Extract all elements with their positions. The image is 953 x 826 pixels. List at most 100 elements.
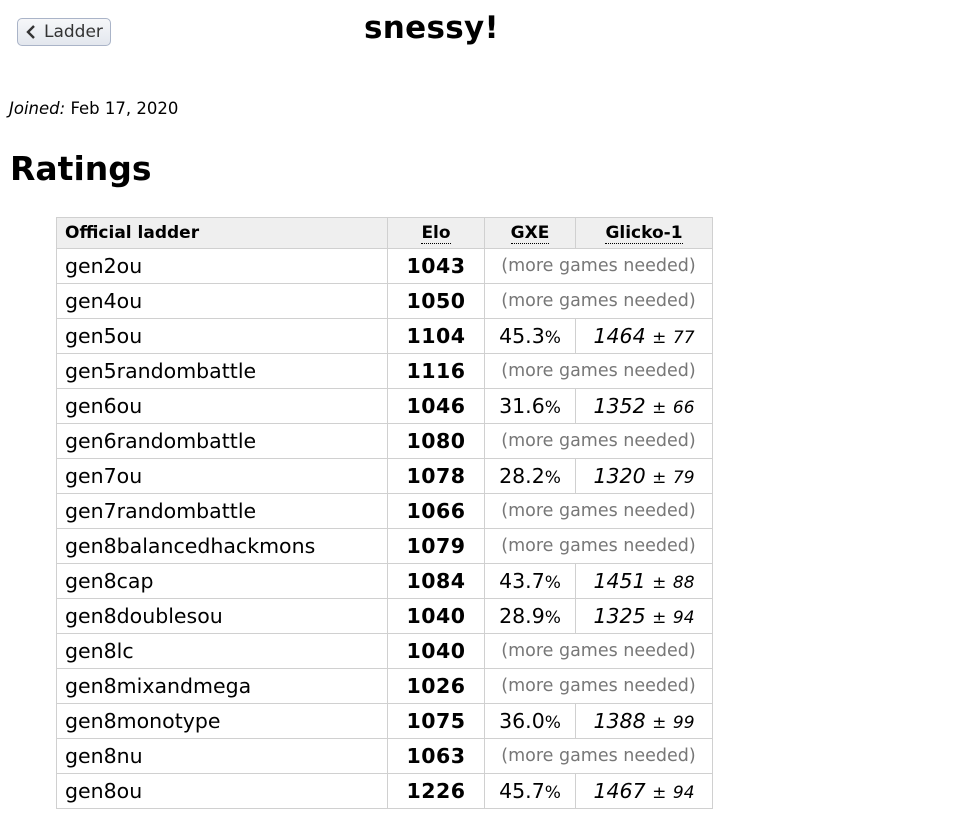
gxe-value: 28.9% <box>484 598 576 634</box>
elo-value: 1046 <box>387 388 485 424</box>
format-name: gen8cap <box>56 563 388 599</box>
glicko-deviation: 99 <box>672 713 695 733</box>
glicko-deviation: 66 <box>672 398 695 418</box>
joined-date-line: Joined: Feb 17, 2020 <box>9 99 178 118</box>
ratings-table-header: Official ladder Elo GXE Glicko-1 <box>56 217 713 249</box>
glicko-deviation: 88 <box>672 573 695 593</box>
more-games-needed: (more games needed) <box>484 633 713 669</box>
ratings-table: Official ladder Elo GXE Glicko-1 gen2ou 1… <box>56 217 713 809</box>
elo-value: 1040 <box>387 633 485 669</box>
glicko-value: 1325 ± 94 <box>575 598 713 634</box>
gxe-number: 28.2 <box>499 464 545 488</box>
gxe-number: 36.0 <box>499 709 545 733</box>
gxe-value: 36.0% <box>484 703 576 739</box>
glicko-deviation: 79 <box>672 468 695 488</box>
joined-label: Joined: <box>9 99 66 118</box>
glicko-deviation: 94 <box>672 783 695 803</box>
gxe-percent-sign: % <box>544 608 561 628</box>
table-row: gen5randombattle 1116 (more games needed) <box>56 353 713 389</box>
plus-minus-sign: ± <box>652 398 667 418</box>
gxe-value: 45.7% <box>484 773 576 809</box>
more-games-needed: (more games needed) <box>484 423 713 459</box>
gxe-number: 45.3 <box>499 324 545 348</box>
glicko-rating: 1320 <box>593 464 646 488</box>
format-name: gen2ou <box>56 248 388 284</box>
format-name: gen7ou <box>56 458 388 494</box>
gxe-percent-sign: % <box>544 398 561 418</box>
format-name: gen5ou <box>56 318 388 354</box>
elo-value: 1040 <box>387 598 485 634</box>
plus-minus-sign: ± <box>652 783 667 803</box>
glicko-rating: 1388 <box>593 709 646 733</box>
elo-value: 1066 <box>387 493 485 529</box>
ratings-table-body: gen2ou 1043 (more games needed) gen4ou 1050(… <box>56 248 713 809</box>
table-row: gen8cap 1084 43.7% 1451 ± 88 <box>56 563 713 599</box>
more-games-needed: (more games needed) <box>484 738 713 774</box>
elo-value: 1063 <box>387 738 485 774</box>
gxe-value: 28.2% <box>484 458 576 494</box>
gxe-percent-sign: % <box>544 573 561 593</box>
plus-minus-sign: ± <box>652 573 667 593</box>
format-name: gen8mixandmega <box>56 668 388 704</box>
table-row: gen4ou 1050 (more games needed) <box>56 283 713 319</box>
elo-value: 1084 <box>387 563 485 599</box>
gxe-percent-sign: % <box>544 713 561 733</box>
plus-minus-sign: ± <box>652 328 667 348</box>
format-name: gen6ou <box>56 388 388 424</box>
elo-value: 1116 <box>387 353 485 389</box>
glicko-rating: 1464 <box>593 324 646 348</box>
table-row: gen6randombattle 1080 (more games needed) <box>56 423 713 459</box>
header-gxe-label: GXE <box>510 223 550 244</box>
table-row: gen8lc 1040 (more games needed) <box>56 633 713 669</box>
ratings-heading: Ratings <box>10 149 152 188</box>
chevron-left-icon <box>26 24 38 40</box>
glicko-rating: 1451 <box>593 569 646 593</box>
glicko-rating: 1325 <box>593 604 646 628</box>
glicko-rating: 1352 <box>593 394 646 418</box>
format-name: gen7randombattle <box>56 493 388 529</box>
format-name: gen5randombattle <box>56 353 388 389</box>
elo-value: 1078 <box>387 458 485 494</box>
glicko-deviation: 77 <box>672 328 695 348</box>
elo-value: 1043 <box>387 248 485 284</box>
table-row: gen8monotype 1075 36.0% 1388 ± 99 <box>56 703 713 739</box>
glicko-value: 1467 ± 94 <box>575 773 713 809</box>
glicko-value: 1320 ± 79 <box>575 458 713 494</box>
gxe-percent-sign: % <box>544 468 561 488</box>
elo-value: 1079 <box>387 528 485 564</box>
plus-minus-sign: ± <box>652 713 667 733</box>
glicko-value: 1451 ± 88 <box>575 563 713 599</box>
table-row: gen8nu 1063 (more games needed) <box>56 738 713 774</box>
table-row: gen8balancedhackmons 1079 (more games need… <box>56 528 713 564</box>
gxe-percent-sign: % <box>544 328 561 348</box>
header-elo: Elo <box>387 217 485 249</box>
elo-value: 1075 <box>387 703 485 739</box>
elo-value: 1226 <box>387 773 485 809</box>
format-name: gen4ou <box>56 283 388 319</box>
glicko-value: 1388 ± 99 <box>575 703 713 739</box>
glicko-value: 1352 ± 66 <box>575 388 713 424</box>
glicko-deviation: 94 <box>672 608 695 628</box>
back-button-label: Ladder <box>44 22 103 42</box>
glicko-rating: 1467 <box>593 779 646 803</box>
more-games-needed: (more games needed) <box>484 493 713 529</box>
gxe-value: 45.3% <box>484 318 576 354</box>
elo-value: 1104 <box>387 318 485 354</box>
header-glicko: Glicko-1 <box>575 217 713 249</box>
plus-minus-sign: ± <box>652 608 667 628</box>
gxe-number: 43.7 <box>499 569 545 593</box>
gxe-number: 28.9 <box>499 604 545 628</box>
glicko-value: 1464 ± 77 <box>575 318 713 354</box>
back-to-ladder-button[interactable]: Ladder <box>17 18 111 46</box>
format-name: gen8balancedhackmons <box>56 528 388 564</box>
header-gxe: GXE <box>484 217 576 249</box>
table-row: gen8doublesou 1040 28.9% 1325 ± 94 <box>56 598 713 634</box>
header-official-ladder: Official ladder <box>56 217 388 249</box>
table-row: gen8mixandmega 1026 (more games needed) <box>56 668 713 704</box>
header-elo-label: Elo <box>421 223 451 244</box>
gxe-number: 45.7 <box>499 779 545 803</box>
gxe-percent-sign: % <box>544 783 561 803</box>
table-row: gen5ou 1104 45.3% 1464 ± 77 <box>56 318 713 354</box>
more-games-needed: (more games needed) <box>484 668 713 704</box>
format-name: gen8lc <box>56 633 388 669</box>
